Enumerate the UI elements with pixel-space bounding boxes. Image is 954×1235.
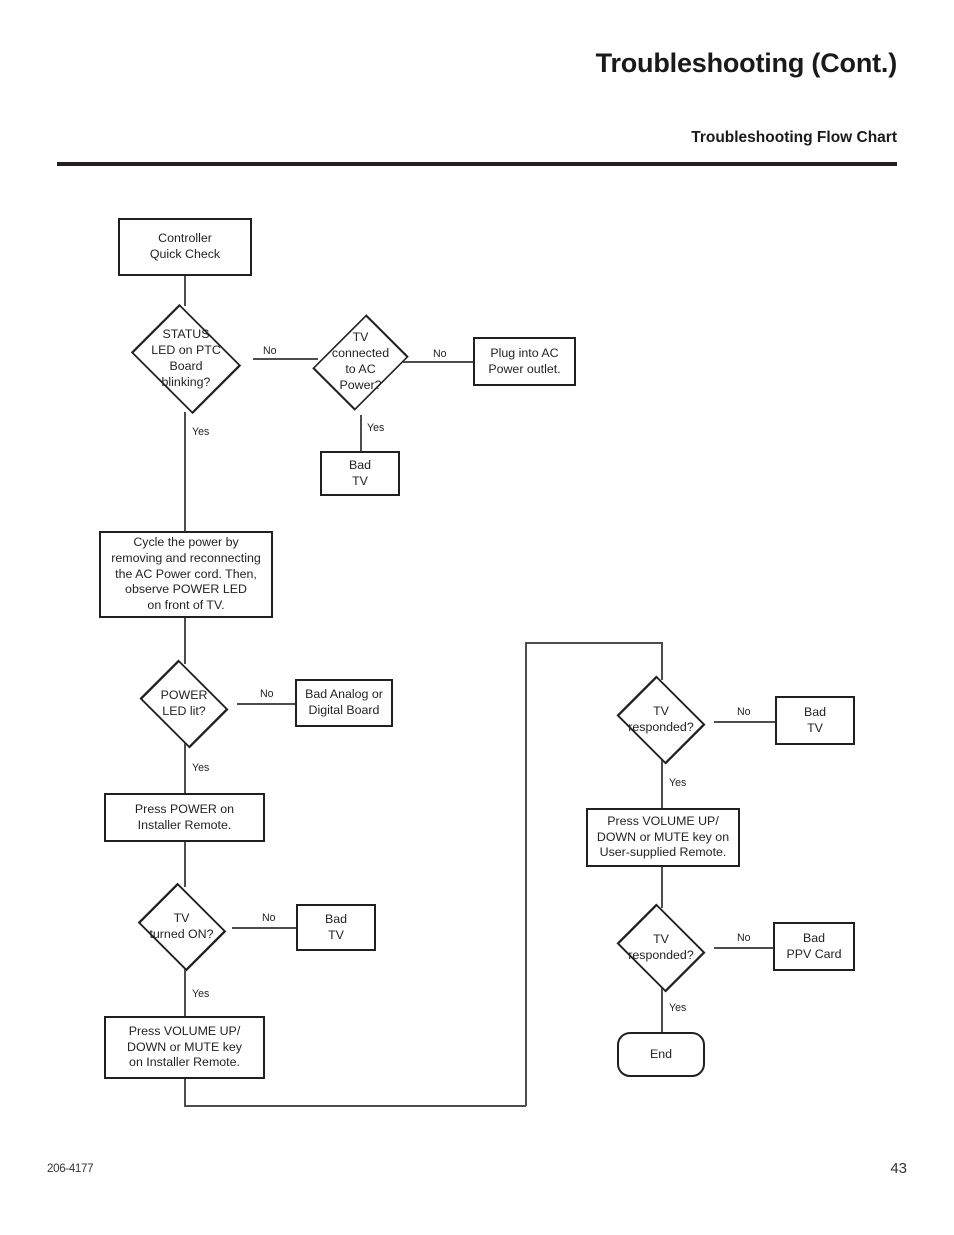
connector-bottom-loop-riser (525, 642, 527, 1106)
node-power-led-lit: POWER LED lit? (129, 658, 239, 749)
node-bad-tv-2: Bad TV (296, 904, 376, 951)
connector-loop-into-responded-1 (525, 642, 662, 644)
edge-label-power-led-no: No (260, 688, 274, 700)
node-press-volume-installer-remote: Press VOLUME UP/ DOWN or MUTE key on Ins… (104, 1016, 265, 1079)
node-plug-into-ac-power-outlet: Plug into AC Power outlet. (473, 337, 576, 386)
connector-vol-user-to-responded-2 (661, 867, 663, 908)
connector-cycle-power-to-power-led (184, 618, 186, 664)
node-label: Press VOLUME UP/ DOWN or MUTE key on Use… (596, 813, 730, 860)
connector-responded-2-to-bad-ppv (714, 947, 774, 949)
connector-responded-2-to-end (661, 986, 663, 1032)
node-cycle-the-power: Cycle the power by removing and reconnec… (99, 531, 273, 618)
node-bad-analog-or-digital-board: Bad Analog or Digital Board (295, 679, 393, 727)
edge-label-status-led-no: No (263, 345, 277, 357)
connector-press-power-to-tv-on (184, 842, 186, 887)
node-tv-responded-1: TV responded? (608, 675, 714, 765)
diamond-shape (616, 903, 706, 993)
connector-status-led-to-tv-ac (253, 358, 318, 360)
diamond-shape (139, 658, 229, 749)
edge-label-responded-1-yes: Yes (669, 777, 687, 789)
edge-label-tv-on-yes: Yes (192, 988, 210, 1000)
connector-bottom-loop-horizontal (184, 1105, 526, 1107)
node-tv-turned-on: TV turned ON? (129, 882, 234, 972)
connector-tv-on-to-bad-tv-2 (232, 927, 297, 929)
node-label: Plug into AC Power outlet. (488, 345, 561, 376)
connector-responded-1-entry (661, 642, 663, 680)
edge-label-responded-2-yes: Yes (669, 1002, 687, 1014)
node-press-power-installer-remote: Press POWER on Installer Remote. (104, 793, 265, 842)
footer-page-number: 43 (890, 1160, 907, 1177)
node-controller-quick-check: Controller Quick Check (118, 218, 252, 276)
edge-label-tv-ac-yes: Yes (367, 422, 385, 434)
node-press-volume-user-remote: Press VOLUME UP/ DOWN or MUTE key on Use… (586, 808, 740, 867)
node-label: Press POWER on Installer Remote. (134, 801, 235, 832)
node-label: Bad TV (348, 457, 372, 488)
connector-responded-1-to-bad-tv-3 (714, 721, 776, 723)
page: Troubleshooting (Cont.) Troubleshooting … (0, 0, 954, 1235)
node-label: Bad PPV Card (786, 930, 842, 961)
node-bad-tv-3: Bad TV (775, 696, 855, 745)
node-label: Controller Quick Check (149, 231, 221, 261)
diamond-shape (616, 675, 706, 765)
diamond-shape (130, 303, 242, 415)
node-label: Bad TV (803, 704, 827, 735)
edge-label-responded-1-no: No (737, 706, 751, 718)
edge-label-status-led-yes: Yes (192, 426, 210, 438)
connector-power-led-to-press-power (184, 742, 186, 793)
connector-start-to-status-led (184, 276, 186, 306)
edge-label-responded-2-no: No (737, 932, 751, 944)
node-tv-connected-ac-power: TV connected to AC Power? (312, 307, 409, 417)
node-status-led-blinking: STATUS LED on PTC Board blinking? (118, 303, 254, 415)
node-label: Cycle the power by removing and reconnec… (111, 534, 261, 613)
edge-label-tv-on-no: No (262, 912, 276, 924)
footer-document-number: 206-4177 (47, 1163, 94, 1175)
diamond-shape (312, 313, 409, 411)
connector-tv-on-to-vol-installer (184, 966, 186, 1016)
diamond-shape (137, 882, 226, 972)
connector-responded-1-to-vol-user (661, 760, 663, 808)
connector-power-led-to-bad-board (237, 703, 296, 705)
connector-tv-ac-to-bad-tv-1 (360, 415, 362, 451)
edge-label-power-led-yes: Yes (192, 762, 210, 774)
node-label: Press VOLUME UP/ DOWN or MUTE key on Ins… (127, 1023, 242, 1070)
troubleshooting-flow-chart: No Yes No Yes No Yes No Yes No Yes No Ye… (0, 0, 954, 1235)
edge-label-tv-ac-no: No (433, 348, 447, 360)
node-bad-ppv-card: Bad PPV Card (773, 922, 855, 971)
node-bad-tv-1: Bad TV (320, 451, 400, 496)
node-label: End (649, 1046, 673, 1061)
connector-tv-ac-to-plug-ac (403, 361, 474, 363)
node-end: End (617, 1032, 705, 1077)
connector-vol-installer-down (184, 1079, 186, 1107)
node-label: Bad TV (324, 911, 348, 942)
node-tv-responded-2: TV responded? (608, 903, 714, 993)
connector-status-led-to-cycle-power (184, 412, 186, 532)
node-label: Bad Analog or Digital Board (305, 687, 383, 717)
